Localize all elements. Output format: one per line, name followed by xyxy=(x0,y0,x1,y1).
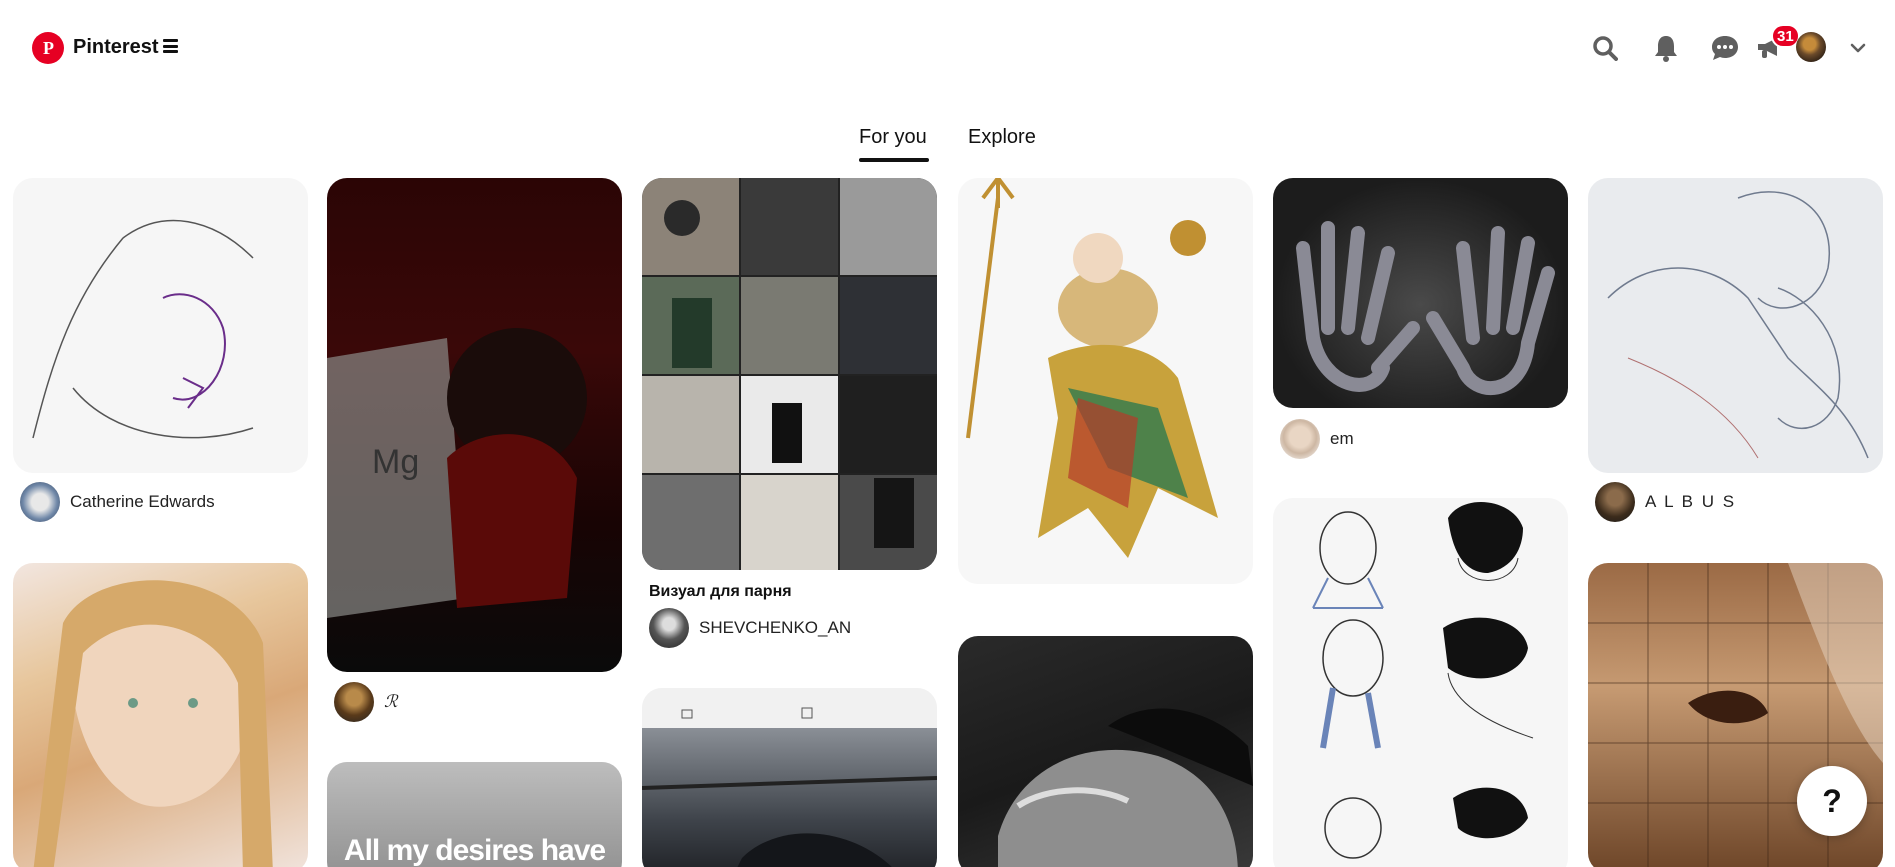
menu-icon[interactable] xyxy=(163,39,178,53)
pin-title[interactable]: Визуал для парня xyxy=(649,583,792,601)
pin-author[interactable]: em xyxy=(1280,419,1354,459)
anatomy-sketches xyxy=(1312,501,1534,859)
active-tab-indicator xyxy=(859,158,929,162)
svg-text:Mg: Mg xyxy=(372,443,419,481)
author-avatar xyxy=(1280,419,1320,459)
author-avatar xyxy=(1595,482,1635,522)
pin-author[interactable]: SHEVCHENKO_AN xyxy=(649,608,851,648)
pin-author[interactable]: A L B U S xyxy=(1595,482,1736,522)
pinterest-logo-icon[interactable]: P xyxy=(32,32,64,64)
search-icon[interactable] xyxy=(1589,32,1621,64)
pin-image-neck-anatomy[interactable] xyxy=(1273,498,1568,867)
bw-face xyxy=(998,708,1253,867)
pin-image-sketch-embrace[interactable] xyxy=(13,178,308,473)
avatar[interactable] xyxy=(1796,32,1826,62)
tab-explore[interactable]: Explore xyxy=(968,126,1036,149)
pin-image-browser-photo[interactable] xyxy=(642,688,937,867)
pin-image-outfit-collage[interactable] xyxy=(642,178,937,570)
pin-image-kiss-sketch[interactable] xyxy=(1588,178,1883,473)
help-button[interactable]: ? xyxy=(1797,766,1867,836)
brand-name[interactable]: Pinterest xyxy=(73,36,159,59)
svg-text:P: P xyxy=(43,38,54,58)
author-avatar xyxy=(20,482,60,522)
tab-for-you[interactable]: For you xyxy=(859,126,927,149)
hands-photo xyxy=(1296,221,1555,396)
pin-image-bw-portrait[interactable] xyxy=(958,636,1253,867)
author-name: Catherine Edwards xyxy=(70,492,215,511)
pinterest-p-glyph: P xyxy=(43,38,54,58)
browser-toolbar-photo xyxy=(642,688,937,867)
pin-overlay-text: All my desires have xyxy=(343,834,606,867)
pin-image-red-photo[interactable]: Mg xyxy=(327,178,622,672)
dark-red-scene: Mg xyxy=(327,328,587,618)
author-name: A L B U S xyxy=(1645,492,1737,511)
kiss-sketch-artwork xyxy=(1607,191,1869,459)
author-avatar xyxy=(334,682,374,722)
author-name: ℛ xyxy=(384,692,398,712)
elf-artwork xyxy=(33,580,273,867)
pin-image-quote[interactable]: All my desires have xyxy=(327,762,622,867)
chevron-down-icon[interactable] xyxy=(1848,38,1868,58)
pin-author[interactable]: Catherine Edwards xyxy=(20,482,215,522)
pin-image-hands[interactable] xyxy=(1273,178,1568,408)
author-name: em xyxy=(1330,429,1354,448)
author-avatar xyxy=(649,608,689,648)
chat-icon[interactable] xyxy=(1709,32,1741,64)
top-navigation: P Pinterest 31 xyxy=(0,0,1895,96)
pin-image-elf-portrait[interactable] xyxy=(13,563,308,867)
pin-author[interactable]: ℛ xyxy=(334,682,398,722)
deity-artwork xyxy=(966,178,1218,558)
bell-icon[interactable] xyxy=(1650,32,1682,64)
author-name: SHEVCHENKO_AN xyxy=(699,618,852,637)
collage-grid xyxy=(642,178,937,570)
sketch-artwork xyxy=(32,219,254,439)
pin-image-deity-art[interactable] xyxy=(958,178,1253,584)
